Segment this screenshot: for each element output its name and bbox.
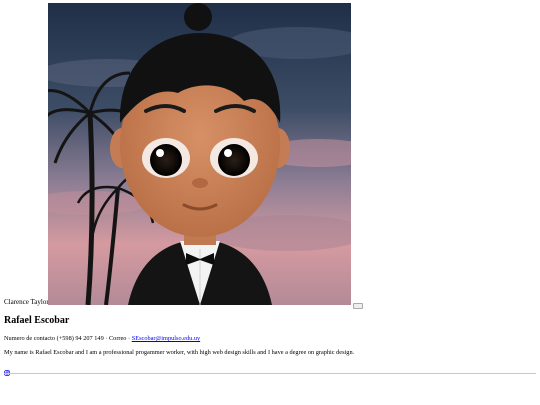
contact-text: Numero de contacto (+598) 94 207 149 · C… xyxy=(4,335,132,342)
email-link[interactable]: SEscobar@impulso.edu.uy xyxy=(132,335,200,342)
photo-caption: Clarence Taylor xyxy=(4,298,49,306)
instagram-link[interactable] xyxy=(4,363,10,376)
profile-photo xyxy=(48,3,351,305)
bio-text: My name is Rafael Escobar and I am a pro… xyxy=(4,349,355,356)
broken-image-icon xyxy=(353,303,363,309)
profile-name: Rafael Escobar xyxy=(4,315,70,326)
divider xyxy=(4,373,536,374)
contact-line: Numero de contacto (+598) 94 207 149 · C… xyxy=(4,335,200,342)
